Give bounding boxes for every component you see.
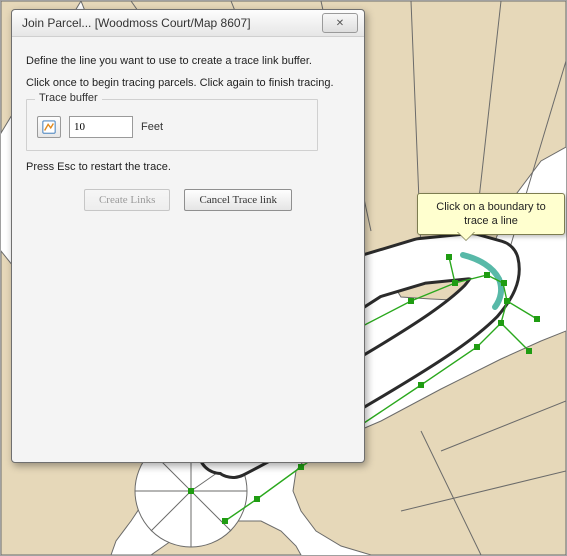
esc-hint: Press Esc to restart the trace.	[26, 161, 350, 173]
dialog-titlebar[interactable]: Join Parcel... [Woodmoss Court/Map 8607]…	[12, 10, 364, 37]
cancel-trace-link-button[interactable]: Cancel Trace link	[184, 189, 292, 211]
trace-buffer-unit: Feet	[141, 121, 163, 133]
join-parcels-dialog: Join Parcel... [Woodmoss Court/Map 8607]…	[11, 9, 365, 463]
close-icon: ✕	[336, 18, 344, 29]
dialog-title: Join Parcel... [Woodmoss Court/Map 8607]	[22, 16, 322, 30]
trace-tooltip: Click on a boundary to trace a line	[417, 193, 565, 235]
create-links-button[interactable]: Create Links	[84, 189, 171, 211]
trace-tooltip-text: Click on a boundary to trace a line	[436, 201, 545, 227]
dialog-button-row: Create Links Cancel Trace link	[26, 189, 350, 211]
app-stage: Click on a boundary to trace a line Join…	[0, 0, 567, 556]
trace-tool-icon	[42, 120, 56, 134]
dialog-body: Define the line you want to use to creat…	[12, 37, 364, 219]
instruction-line-2: Click once to begin tracing parcels. Cli…	[26, 77, 350, 89]
close-button[interactable]: ✕	[322, 13, 358, 33]
instruction-line-1: Define the line you want to use to creat…	[26, 55, 350, 67]
trace-buffer-input[interactable]	[69, 116, 133, 138]
trace-buffer-legend: Trace buffer	[35, 92, 102, 104]
trace-buffer-group: Trace buffer Feet	[26, 99, 318, 151]
trace-tool-button[interactable]	[37, 116, 61, 138]
